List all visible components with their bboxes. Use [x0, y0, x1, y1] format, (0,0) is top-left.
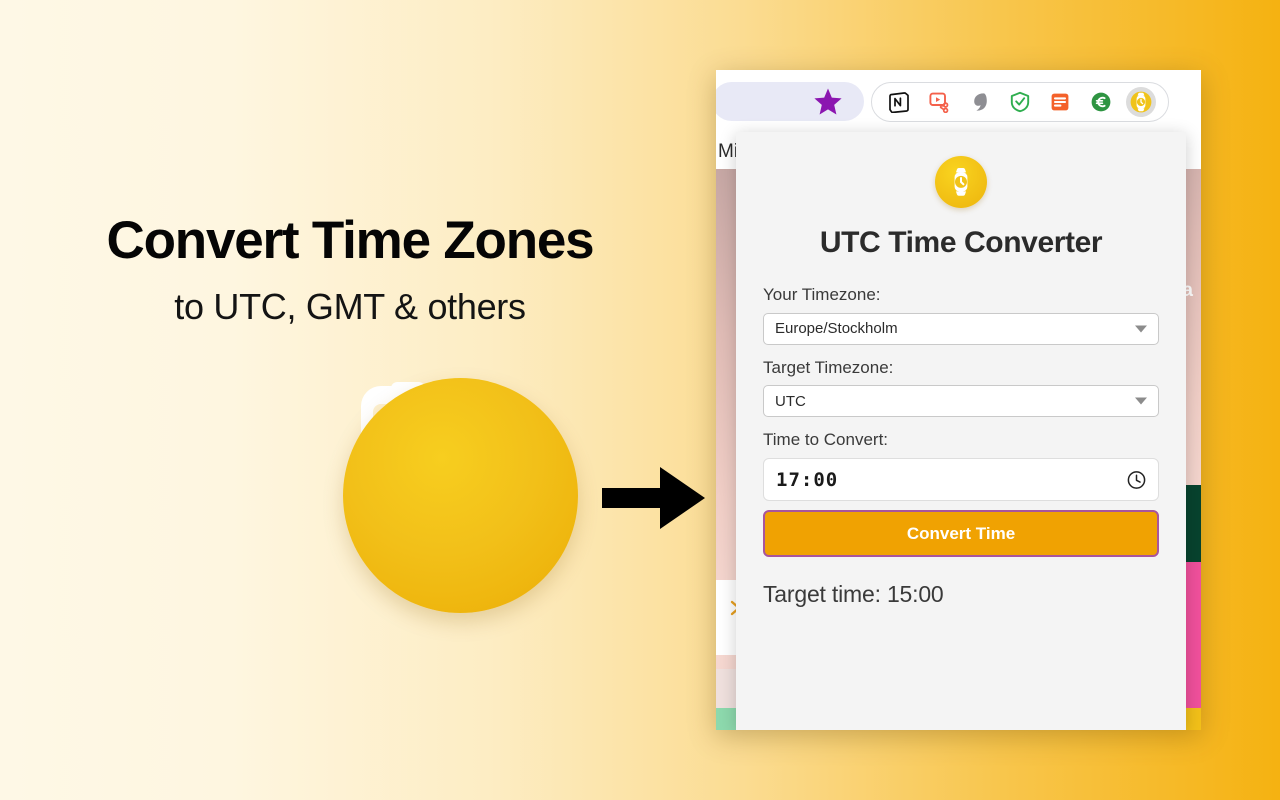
source-timezone-select[interactable]: Europe/Stockholm — [763, 312, 1159, 345]
source-timezone-value: Europe/Stockholm — [775, 320, 898, 338]
page-subtitle: to UTC, GMT & others — [174, 286, 526, 327]
star-icon[interactable] — [814, 88, 842, 115]
currency-euro-extension-icon[interactable] — [1086, 87, 1116, 117]
time-input-value[interactable]: 17:00 — [776, 469, 838, 491]
clock-icon[interactable] — [1127, 470, 1146, 489]
target-timezone-value: UTC — [775, 392, 806, 410]
popup-title: UTC Time Converter — [819, 226, 1103, 259]
badge-circle — [343, 378, 578, 613]
time-input-label: Time to Convert: — [763, 430, 889, 450]
target-timezone-label: Target Timezone: — [763, 357, 894, 377]
chevron-down-icon — [1135, 397, 1147, 405]
notion-extension-icon[interactable] — [884, 87, 914, 117]
extensions-toolbar — [871, 82, 1169, 122]
promo-stage: Convert Time Zones to UTC, GMT & others — [0, 0, 1280, 800]
vpn-extension-icon[interactable] — [965, 87, 995, 117]
page-title: Convert Time Zones — [106, 211, 595, 270]
conversion-result: Target time: 15:00 — [763, 581, 944, 608]
target-timezone-select[interactable]: UTC — [763, 385, 1159, 418]
popup-logo — [935, 156, 987, 208]
address-bar-end[interactable] — [716, 82, 864, 121]
extension-popup: UTC Time Converter Your Timezone: Europe… — [736, 132, 1186, 730]
shield-check-extension-icon[interactable] — [1005, 87, 1035, 117]
hero-watch-badge — [343, 378, 578, 613]
utc-time-converter-extension-icon[interactable] — [1125, 87, 1156, 117]
convert-time-button[interactable]: Convert Time — [763, 510, 1159, 558]
screen-recorder-extension-icon[interactable] — [924, 87, 954, 117]
document-extension-icon[interactable] — [1045, 87, 1075, 117]
browser-window: Min Ka — [716, 70, 1201, 730]
promo-panel: Convert Time Zones to UTC, GMT & others — [0, 0, 716, 800]
time-input[interactable]: 17:00 — [763, 458, 1159, 502]
browser-toolbar — [716, 70, 1201, 132]
smartwatch-icon — [954, 168, 968, 196]
chevron-down-icon — [1135, 325, 1147, 333]
source-timezone-label: Your Timezone: — [763, 285, 881, 304]
right-arrow-icon — [602, 467, 705, 529]
